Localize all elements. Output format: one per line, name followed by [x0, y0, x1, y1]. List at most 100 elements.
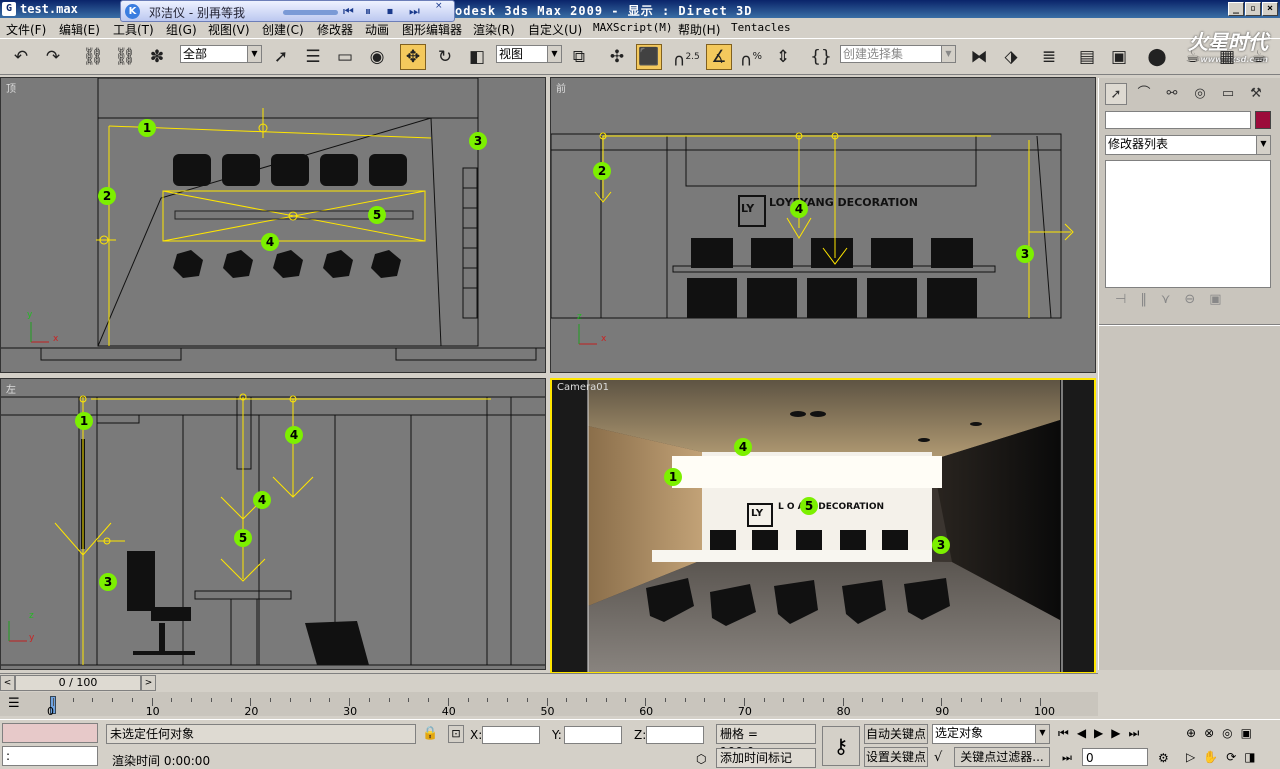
menu-views[interactable]: 视图(V): [208, 21, 250, 38]
object-name-field[interactable]: [1105, 111, 1251, 129]
modifier-list-dropdown[interactable]: 修改器列表 ▼: [1105, 135, 1271, 155]
z-coordinate-field[interactable]: [646, 726, 704, 744]
layer-manager-icon[interactable]: ≣: [1036, 44, 1062, 70]
time-prev-button[interactable]: <: [0, 675, 15, 691]
named-selection-dropdown[interactable]: 创建选择集 ▼: [840, 45, 956, 63]
light-marker[interactable]: 2: [593, 162, 611, 180]
menu-help[interactable]: 帮助(H): [678, 21, 720, 38]
select-manipulate-icon[interactable]: ✣: [604, 44, 630, 70]
keyboard-shortcut-override-icon[interactable]: ⬛: [636, 44, 662, 70]
close-button[interactable]: ×: [1262, 2, 1278, 16]
light-marker[interactable]: 1: [138, 119, 156, 137]
volume-slider[interactable]: [283, 10, 338, 15]
menu-modifiers[interactable]: 修改器: [317, 21, 353, 38]
player-close-icon[interactable]: ×: [435, 1, 443, 11]
viewport-left[interactable]: 左 1 4 4 5 3 z y: [0, 378, 546, 670]
motion-tab-icon[interactable]: ◎: [1189, 83, 1211, 105]
light-marker[interactable]: 5: [800, 497, 818, 515]
light-marker[interactable]: 3: [469, 132, 487, 150]
select-rotate-icon[interactable]: ↻: [432, 44, 458, 70]
pan-hand-icon[interactable]: ✋: [1203, 750, 1226, 764]
next-frame-icon[interactable]: ▶: [1111, 726, 1128, 740]
key-mode-toggle-icon[interactable]: ⏭: [1062, 751, 1072, 765]
utilities-tab-icon[interactable]: ⚒: [1245, 83, 1267, 105]
menu-rendering[interactable]: 渲染(R): [473, 21, 515, 38]
material-editor-icon[interactable]: ⬤: [1144, 44, 1170, 70]
menu-animation[interactable]: 动画: [365, 21, 389, 38]
time-next-button[interactable]: >: [141, 675, 156, 691]
mirror-icon[interactable]: ⧓: [966, 44, 992, 70]
menu-tentacles[interactable]: Tentacles: [731, 21, 791, 34]
light-marker[interactable]: 3: [932, 536, 950, 554]
modify-tab-icon[interactable]: ⌒: [1133, 83, 1155, 105]
play-icon[interactable]: ▶: [1094, 726, 1111, 740]
orbit-icon[interactable]: ⟳: [1226, 750, 1244, 764]
menu-group[interactable]: 组(G): [166, 21, 197, 38]
display-tab-icon[interactable]: ▭: [1217, 83, 1239, 105]
menu-file[interactable]: 文件(F): [6, 21, 46, 38]
select-link-icon[interactable]: ⛓: [80, 44, 106, 70]
zoom-extents-all-icon[interactable]: ▣: [1241, 726, 1260, 740]
next-icon[interactable]: ⏭: [409, 4, 420, 19]
configure-modifier-sets-icon[interactable]: ▣: [1209, 292, 1235, 307]
align-icon[interactable]: ⬗: [998, 44, 1024, 70]
light-marker[interactable]: 4: [285, 426, 303, 444]
absolute-mode-transform-icon[interactable]: ⊡: [448, 725, 464, 743]
zoom-icon[interactable]: ⊕: [1186, 726, 1204, 740]
schematic-view-icon[interactable]: ▣: [1106, 44, 1132, 70]
menu-edit[interactable]: 编辑(E): [59, 21, 100, 38]
go-to-start-icon[interactable]: ⏮: [1058, 726, 1077, 740]
remove-modifier-icon[interactable]: ⊖: [1184, 292, 1209, 307]
mini-curve-editor-icon[interactable]: ☰: [8, 696, 20, 711]
menu-maxscript[interactable]: MAXScript(M): [593, 21, 672, 34]
object-color-swatch[interactable]: [1255, 111, 1271, 129]
rendered-frame-window-icon[interactable]: ▦: [1214, 44, 1240, 70]
render-setup-icon[interactable]: ☕: [1180, 44, 1206, 70]
maxscript-mini-listener[interactable]: :: [2, 746, 98, 766]
light-marker[interactable]: 4: [790, 200, 808, 218]
pause-icon[interactable]: ⏸: [365, 4, 371, 19]
select-scale-icon[interactable]: ◧: [464, 44, 490, 70]
window-crossing-icon[interactable]: ◉: [364, 44, 390, 70]
pin-stack-icon[interactable]: ⊣: [1115, 292, 1140, 307]
light-marker[interactable]: 4: [261, 233, 279, 251]
light-marker[interactable]: 4: [253, 491, 271, 509]
light-marker[interactable]: 1: [75, 412, 93, 430]
viewport-label-left[interactable]: 左: [6, 381, 16, 396]
bind-space-warp-icon[interactable]: ✽: [144, 44, 170, 70]
go-to-end-icon[interactable]: ⏭: [1129, 726, 1148, 740]
zoom-all-icon[interactable]: ⊗: [1204, 726, 1222, 740]
menu-customize[interactable]: 自定义(U): [528, 21, 582, 38]
time-tag-icon[interactable]: ⬡: [696, 752, 706, 766]
set-key-icon[interactable]: ⚷: [822, 726, 860, 766]
x-coordinate-field[interactable]: [482, 726, 540, 744]
light-marker[interactable]: 5: [368, 206, 386, 224]
select-object-icon[interactable]: ➚: [268, 44, 294, 70]
viewport-top[interactable]: 顶 1 2 3 4 5 y x: [0, 77, 546, 373]
angle-snap-icon[interactable]: ∡: [706, 44, 732, 70]
key-mode-dropdown[interactable]: 选定对象 ▼: [932, 724, 1050, 744]
lock-selection-icon[interactable]: 🔒: [422, 726, 438, 741]
viewport-label-top[interactable]: 顶: [6, 80, 16, 95]
minimize-button[interactable]: _: [1228, 2, 1244, 16]
maxscript-listener-field[interactable]: [2, 723, 98, 743]
unlink-icon[interactable]: ⛓: [112, 44, 138, 70]
menu-graph-editors[interactable]: 图形编辑器: [402, 21, 462, 38]
current-frame-field[interactable]: 0: [1082, 748, 1148, 766]
quick-render-icon[interactable]: ☕: [1246, 44, 1272, 70]
light-marker[interactable]: 1: [664, 468, 682, 486]
default-in-out-tangents-icon[interactable]: √: [934, 750, 942, 765]
auto-key-button[interactable]: 自动关键点: [864, 724, 928, 744]
percent-snap-icon[interactable]: ∩%: [738, 44, 764, 71]
select-by-name-icon[interactable]: ☰: [300, 44, 326, 70]
undo-icon[interactable]: ↶: [8, 44, 34, 70]
y-coordinate-field[interactable]: [564, 726, 622, 744]
light-marker[interactable]: 3: [1016, 245, 1034, 263]
set-key-button[interactable]: 设置关键点: [864, 747, 928, 767]
make-unique-icon[interactable]: ⋎: [1161, 292, 1185, 307]
selection-filter-dropdown[interactable]: 全部 ▼: [180, 45, 262, 63]
curve-editor-icon[interactable]: ▤: [1074, 44, 1100, 70]
app-icon[interactable]: G: [2, 2, 16, 16]
redo-icon[interactable]: ↷: [40, 44, 66, 70]
modifier-stack-list[interactable]: [1105, 160, 1271, 288]
